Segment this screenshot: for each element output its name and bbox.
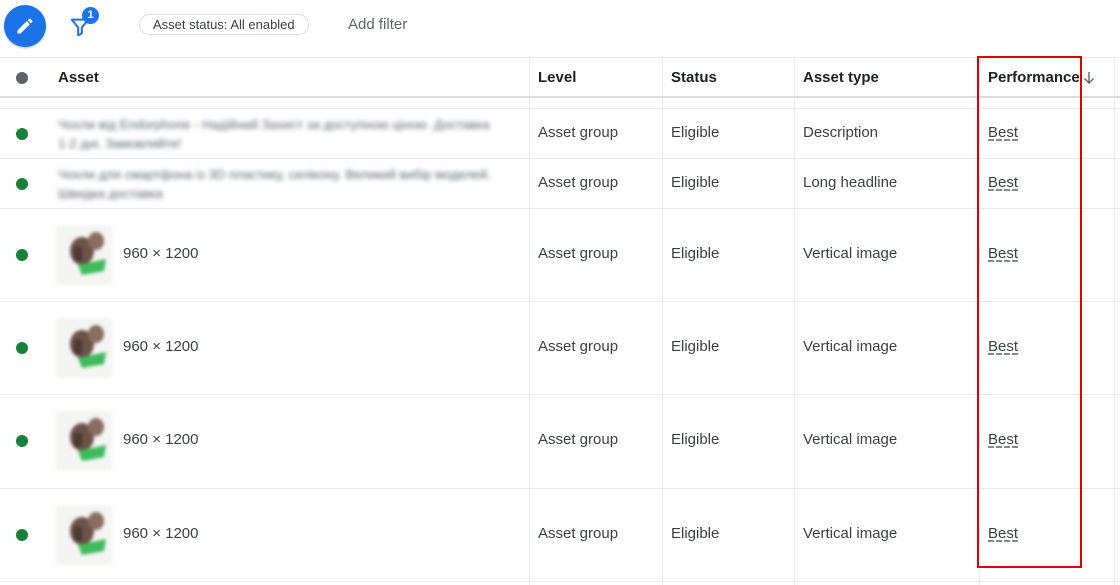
table-row: 960 × 1200 Asset group Eligible Vertical… (0, 302, 1120, 395)
image-thumbnail[interactable] (56, 225, 112, 285)
status-cell: Eligible (671, 338, 720, 355)
status-cell: Eligible (671, 431, 720, 448)
asset-text: Чохли від Endorphone - Надійний Захист з… (58, 117, 490, 151)
performance-label[interactable]: Best (988, 245, 1018, 262)
image-thumbnail[interactable] (56, 318, 112, 378)
image-dimensions: 960 × 1200 (123, 431, 199, 448)
status-dot (16, 342, 28, 354)
asset-table: Asset Level Status Asset type Performanc… (0, 57, 1120, 585)
status-dot (16, 249, 28, 261)
edit-button[interactable] (4, 5, 46, 47)
asset-type-cell: Description (803, 124, 879, 141)
asset-type-cell: Vertical image (803, 525, 898, 542)
image-dimensions: 960 × 1200 (123, 245, 199, 262)
status-dot (16, 128, 28, 140)
table-row: 960 × 1200 Asset group Eligible Vertical… (0, 489, 1120, 582)
asset-type-cell: Long headline (803, 174, 898, 191)
table-header: Asset Level Status Asset type Performanc… (0, 58, 1120, 98)
image-thumbnail[interactable] (56, 411, 112, 471)
pencil-icon (17, 18, 33, 34)
performance-label[interactable]: Best (988, 431, 1018, 448)
status-header-dot[interactable] (16, 72, 28, 84)
performance-label[interactable]: Best (988, 338, 1018, 355)
header-performance[interactable]: Performance (988, 58, 1080, 98)
toolbar: 1 Asset status: All enabled Add filter (0, 0, 1120, 56)
image-dimensions: 960 × 1200 (123, 338, 199, 355)
table-row: 960 × 1200 Asset group Eligible Vertical… (0, 395, 1120, 489)
level-cell: Asset group (538, 174, 619, 191)
header-spacer (0, 101, 1120, 109)
status-dot (16, 529, 28, 541)
level-cell: Asset group (538, 124, 619, 141)
level-cell: Asset group (538, 338, 619, 355)
asset-type-cell: Vertical image (803, 245, 898, 262)
level-cell: Asset group (538, 525, 619, 542)
image-dimensions: 960 × 1200 (123, 525, 199, 542)
add-filter-button[interactable]: Add filter (348, 16, 407, 33)
performance-label[interactable]: Best (988, 525, 1018, 542)
level-cell: Asset group (538, 245, 619, 262)
header-asset[interactable]: Asset (58, 58, 99, 98)
header-level[interactable]: Level (538, 58, 576, 98)
asset-status-filter-chip[interactable]: Asset status: All enabled (139, 14, 309, 35)
status-cell: Eligible (671, 245, 720, 262)
status-dot (16, 178, 28, 190)
header-asset-type[interactable]: Asset type (803, 58, 879, 98)
performance-label[interactable]: Best (988, 174, 1018, 191)
header-status[interactable]: Status (671, 58, 717, 98)
table-row: Чохли від Endorphone - Надійний Захист з… (0, 109, 1120, 159)
status-cell: Eligible (671, 525, 720, 542)
table-row: Чохли для смартфона із 3D пластику, силі… (0, 159, 1120, 209)
filter-count-badge: 1 (82, 7, 99, 24)
asset-text: Чохли для смартфона із 3D пластику, силі… (58, 167, 491, 201)
performance-label[interactable]: Best (988, 124, 1018, 141)
asset-type-cell: Vertical image (803, 338, 898, 355)
asset-type-cell: Vertical image (803, 431, 898, 448)
arrow-down-icon[interactable] (1082, 71, 1096, 85)
status-dot (16, 435, 28, 447)
status-cell: Eligible (671, 124, 720, 141)
table-row: 960 × 1200 Asset group Eligible Vertical… (0, 209, 1120, 302)
image-thumbnail[interactable] (56, 505, 112, 565)
status-cell: Eligible (671, 174, 720, 191)
level-cell: Asset group (538, 431, 619, 448)
